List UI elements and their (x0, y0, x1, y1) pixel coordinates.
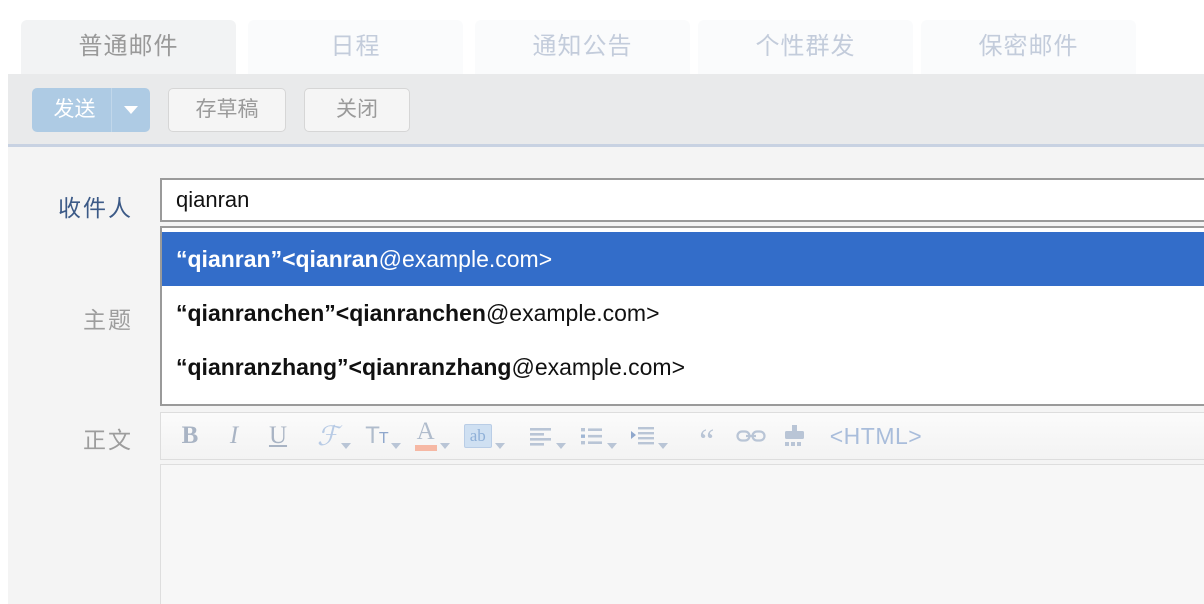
list-item[interactable]: “qianran”<qianran@example.com> (162, 232, 1204, 286)
recipient-autocomplete-dropdown[interactable]: “qianran”<qianran@example.com> “qianranc… (160, 226, 1204, 406)
mail-compose-window: 普通邮件 日程 通知公告 个性群发 保密邮件 发送 存草稿 关闭 收件人 主题 … (0, 0, 1204, 604)
italic-icon[interactable]: I (219, 419, 249, 453)
contact-email-local: <qianranzhang (348, 354, 512, 380)
font-family-icon[interactable]: ℱ (317, 419, 352, 453)
recipient-input[interactable] (160, 178, 1204, 222)
chevron-down-icon (494, 443, 505, 449)
blockquote-icon[interactable]: “ (692, 419, 722, 458)
indent-icon[interactable] (630, 419, 668, 453)
tab-personalized-bulk[interactable]: 个性群发 (698, 20, 913, 74)
chevron-down-icon (124, 106, 138, 114)
contact-email-local: <qianran (282, 246, 379, 272)
tab-schedule[interactable]: 日程 (248, 20, 463, 74)
contact-name: “qianranchen” (176, 300, 336, 326)
font-color-icon[interactable]: A (414, 419, 450, 453)
bold-icon[interactable]: B (175, 419, 205, 453)
contact-name: “qianranzhang” (176, 354, 349, 380)
subject-label: 主题 (83, 307, 133, 333)
recipient-label: 收件人 (58, 195, 133, 221)
font-size-icon[interactable]: TT (365, 419, 401, 453)
chevron-down-icon (657, 443, 668, 449)
contact-email-local: <qianranchen (335, 300, 486, 326)
body-label: 正文 (83, 427, 133, 453)
contact-name: “qianran” (176, 246, 283, 272)
tab-normal-mail[interactable]: 普通邮件 (21, 20, 236, 74)
compose-form: 收件人 主题 正文 “qianran”<qianran@example.com>… (8, 147, 1204, 604)
tab-announcement[interactable]: 通知公告 (475, 20, 690, 74)
list-item[interactable]: “qianranzhang”<qianranzhang@example.com> (162, 340, 1204, 394)
list-item[interactable]: “qianranchen”<qianranchen@example.com> (162, 286, 1204, 340)
send-button-label: 发送 (53, 98, 96, 121)
send-button[interactable]: 发送 (32, 88, 150, 132)
chevron-down-icon (390, 443, 401, 449)
highlight-color-icon[interactable]: ab (463, 419, 505, 453)
chevron-down-icon (606, 443, 617, 449)
contact-email-domain: @example.com> (485, 300, 660, 326)
close-button[interactable]: 关闭 (304, 88, 410, 132)
underline-icon[interactable]: U (263, 419, 293, 453)
chevron-down-icon (555, 443, 566, 449)
bullet-list-icon[interactable] (580, 419, 617, 453)
editor-format-toolbar: B I U ℱ TT A ab “ <HTML> (160, 412, 1204, 460)
message-body-editor[interactable] (160, 464, 1204, 604)
field-label-column: 收件人 主题 正文 (8, 147, 152, 604)
action-toolbar: 发送 存草稿 关闭 (8, 74, 1204, 147)
send-options-dropdown[interactable] (111, 88, 150, 132)
chevron-down-icon (439, 443, 450, 449)
tab-confidential-mail[interactable]: 保密邮件 (921, 20, 1136, 74)
chevron-down-icon (341, 443, 352, 449)
html-source-icon[interactable]: <HTML> (830, 419, 922, 453)
align-icon[interactable] (529, 419, 566, 453)
contact-email-domain: @example.com> (378, 246, 553, 272)
save-draft-button[interactable]: 存草稿 (168, 88, 286, 132)
contact-email-domain: @example.com> (511, 354, 686, 380)
tab-bar: 普通邮件 日程 通知公告 个性群发 保密邮件 (8, 0, 1204, 74)
insert-link-icon[interactable] (736, 419, 766, 453)
clear-format-icon[interactable] (780, 419, 810, 453)
